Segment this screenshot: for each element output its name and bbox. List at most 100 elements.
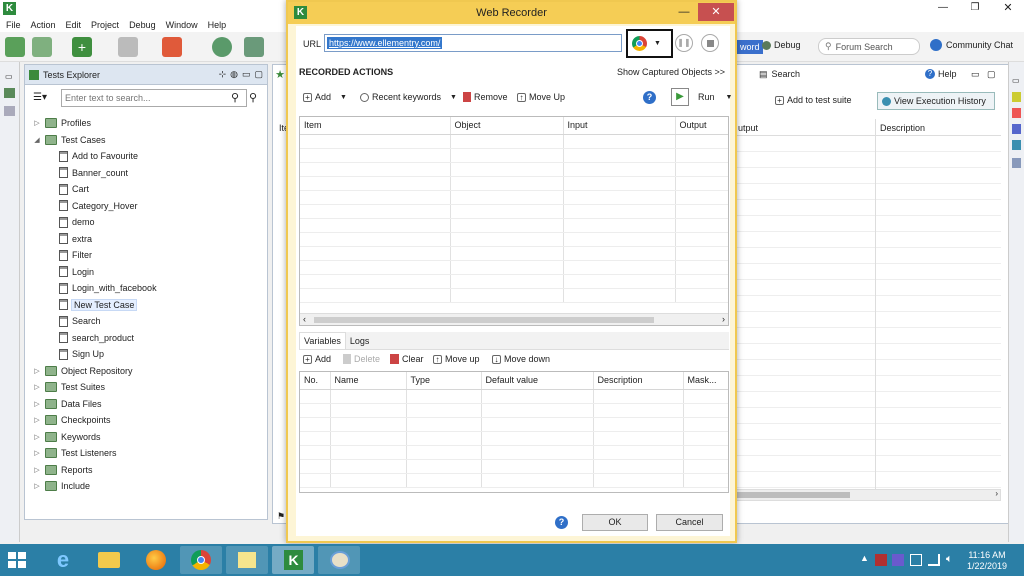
chevron-down-icon[interactable]: ▼ (450, 94, 457, 101)
firefox-icon[interactable] (134, 546, 176, 574)
table-cell[interactable] (300, 288, 451, 303)
tree-folder[interactable]: ▷ Test Listeners (33, 445, 267, 462)
menu-action[interactable]: Action (31, 20, 56, 30)
tree-test-case[interactable]: Login_with_facebook (33, 280, 267, 297)
table-cell[interactable] (300, 176, 451, 191)
explorer-icon[interactable] (4, 88, 15, 98)
table-cell[interactable] (300, 473, 331, 488)
dialog-minimize-button[interactable]: — (673, 2, 695, 22)
restore-view-icon[interactable]: ▭ (1012, 76, 1020, 85)
menu-window[interactable]: Window (166, 20, 198, 30)
keyword-tab[interactable]: word (737, 40, 763, 54)
menu-debug[interactable]: Debug (129, 20, 156, 30)
tree-test-case[interactable]: Filter (33, 247, 267, 264)
collapsed-arrow-icon[interactable]: ▷ (33, 433, 41, 441)
tree-test-case[interactable]: search_product (33, 330, 267, 347)
column-header-no[interactable]: No. (300, 372, 331, 390)
table-cell[interactable] (683, 431, 728, 446)
table-cell[interactable] (330, 431, 407, 446)
minimize-icon[interactable]: ▭ (971, 69, 980, 80)
table-row[interactable] (300, 473, 728, 488)
tree-folder[interactable]: ▷ Include (33, 478, 267, 495)
table-cell[interactable] (300, 459, 331, 474)
table-cell[interactable] (300, 417, 331, 432)
table-cell[interactable] (683, 473, 728, 488)
table-cell[interactable] (300, 403, 331, 418)
table-cell[interactable] (450, 288, 564, 303)
chevron-down-icon[interactable]: ▼ (340, 94, 347, 101)
table-cell[interactable] (683, 459, 728, 474)
collapsed-arrow-icon[interactable]: ▷ (33, 449, 41, 457)
table-cell[interactable] (481, 459, 594, 474)
variable-delete-button[interactable]: Delete (343, 354, 380, 364)
maximize-icon[interactable]: ▢ (254, 69, 263, 80)
scroll-left-arrow[interactable]: ‹ (303, 314, 306, 324)
table-cell[interactable] (683, 417, 728, 432)
filter-options-icon[interactable]: ☰▾ (33, 92, 47, 103)
table-cell[interactable] (450, 218, 564, 233)
table-cell[interactable] (593, 389, 684, 404)
table-cell[interactable] (300, 232, 451, 247)
chevron-down-icon[interactable]: ▼ (726, 94, 733, 101)
table-cell[interactable] (675, 162, 728, 177)
problems-view-icon[interactable] (1012, 108, 1021, 118)
git-icon[interactable] (162, 37, 182, 57)
table-cell[interactable] (330, 459, 407, 474)
chrome-taskbar-icon[interactable] (180, 546, 222, 574)
table-row[interactable] (300, 134, 728, 149)
search-icon[interactable]: ⚲ (231, 91, 239, 104)
table-cell[interactable] (563, 246, 676, 261)
table-row[interactable] (300, 403, 728, 418)
table-cell[interactable] (406, 445, 482, 460)
table-row[interactable] (300, 176, 728, 191)
table-cell[interactable] (683, 389, 728, 404)
table-cell[interactable] (450, 134, 564, 149)
table-cell[interactable] (675, 204, 728, 219)
column-header-name[interactable]: Name (330, 372, 407, 390)
table-cell[interactable] (300, 162, 451, 177)
collapsed-arrow-icon[interactable]: ▷ (33, 416, 41, 424)
table-cell[interactable] (593, 445, 684, 460)
collapsed-arrow-icon[interactable]: ▷ (33, 383, 41, 391)
table-cell[interactable] (330, 473, 407, 488)
collapsed-arrow-icon[interactable]: ▷ (33, 367, 41, 375)
table-cell[interactable] (450, 148, 564, 163)
keyword-browser-icon[interactable] (4, 106, 15, 116)
table-cell[interactable] (406, 473, 482, 488)
minimize-view-icon[interactable]: ▭ (5, 72, 13, 81)
tray-app-icon-2[interactable] (892, 554, 904, 566)
url-input[interactable]: https://www.ellementry.com/ (324, 34, 622, 52)
table-cell[interactable] (450, 246, 564, 261)
web-spy-icon[interactable] (212, 37, 232, 57)
table-cell[interactable] (683, 445, 728, 460)
table-cell[interactable] (563, 260, 676, 275)
table-cell[interactable] (675, 274, 728, 289)
column-header-type[interactable]: Type (406, 372, 482, 390)
table-cell[interactable] (450, 274, 564, 289)
tree-options-icon[interactable]: ⊹ (219, 69, 227, 80)
tree-folder[interactable]: ▷ Profiles (33, 115, 267, 132)
recent-keywords-button[interactable]: Recent keywords ▼ (360, 92, 457, 102)
help-icon[interactable]: ? (643, 91, 656, 104)
log-view-icon[interactable] (1012, 140, 1021, 150)
table-cell[interactable] (563, 218, 676, 233)
add-to-test-suite-button[interactable]: + Add to test suite (775, 95, 852, 105)
tests-explorer-title[interactable]: Tests Explorer (43, 70, 100, 80)
table-row[interactable] (300, 274, 728, 289)
tree-folder[interactable]: ▷ Data Files (33, 396, 267, 413)
collapsed-arrow-icon[interactable]: ▷ (33, 119, 41, 127)
column-header-input[interactable]: Input (563, 117, 676, 135)
menu-file[interactable]: File (6, 20, 21, 30)
table-cell[interactable] (675, 148, 728, 163)
table-cell[interactable] (563, 274, 676, 289)
filter-icon[interactable]: ◍ (230, 69, 238, 80)
column-header-output[interactable]: Output (675, 117, 728, 135)
table-cell[interactable] (300, 190, 451, 205)
minimize-icon[interactable]: ▭ (242, 69, 251, 80)
table-row[interactable] (300, 260, 728, 275)
table-cell[interactable] (330, 417, 407, 432)
table-cell[interactable] (406, 417, 482, 432)
outline-view-icon[interactable] (1012, 92, 1021, 102)
table-cell[interactable] (683, 403, 728, 418)
browser-select-button[interactable]: ▼ (626, 29, 673, 58)
